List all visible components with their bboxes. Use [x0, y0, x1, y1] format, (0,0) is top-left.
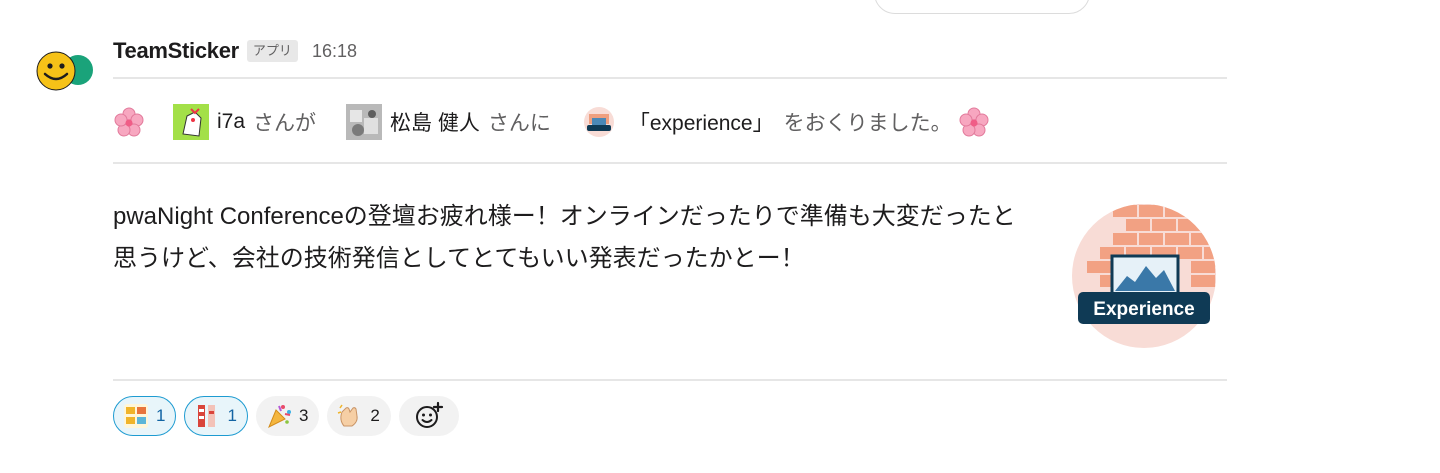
sticker-label: Experience	[1093, 299, 1194, 320]
clapping-hands-icon	[338, 404, 359, 427]
add-reaction-icon	[415, 401, 443, 428]
reaction-count: 3	[298, 406, 309, 425]
app-badge: アプリ	[246, 40, 298, 62]
reaction-party-popper[interactable]: 3	[255, 396, 320, 436]
message-header: TeamSticker アプリ 16:18	[113, 36, 357, 66]
recipient-avatar[interactable]	[346, 104, 383, 140]
cherry-blossom-icon	[114, 107, 144, 137]
reaction-count: 1	[156, 406, 166, 425]
app-name[interactable]: TeamSticker	[113, 38, 239, 64]
divider-bottom	[113, 379, 1227, 381]
experience-sticker[interactable]: Experience	[1072, 204, 1216, 348]
reactions-bar: 1 1 3 2	[113, 396, 459, 436]
party-popper-icon	[267, 405, 291, 429]
divider-middle	[113, 162, 1227, 164]
teamsticker-avatar[interactable]	[34, 48, 96, 94]
sticker-name: 「experience」	[628, 112, 774, 135]
sender-avatar[interactable]	[173, 104, 209, 140]
message-body: pwaNight Conferenceの登壇お疲れ様ー！オンラインだったりで準備…	[113, 203, 1016, 272]
divider-top	[113, 77, 1227, 79]
reaction-count: 1	[227, 406, 237, 425]
cherry-blossom-icon	[959, 107, 989, 137]
message-view: TeamSticker アプリ 16:18 i7a さんが 松島 健人 さんに …	[0, 0, 1440, 473]
sticker-summary-line: i7a さんが 松島 健人 さんに 「experience」 をおくりました。	[113, 100, 990, 144]
custom-text-emoji-icon	[124, 404, 148, 428]
sender-suffix: さんが	[253, 112, 317, 135]
reaction-clapping-hands[interactable]: 2	[327, 396, 391, 436]
custom-tag-emoji-icon	[198, 405, 216, 427]
previous-message-actions-pill[interactable]	[874, 0, 1090, 14]
recipient-suffix: さんに	[487, 112, 551, 135]
sender-name[interactable]: i7a	[217, 110, 245, 134]
recipient-name[interactable]: 松島 健人	[390, 107, 480, 137]
experience-sticker-mini-icon	[583, 107, 614, 137]
reaction-count: 2	[370, 406, 380, 425]
add-reaction-button[interactable]	[398, 396, 459, 436]
reaction-custom-text[interactable]: 1	[113, 396, 177, 436]
sticker-action: をおくりました。	[783, 112, 952, 135]
timestamp[interactable]: 16:18	[312, 41, 357, 62]
reaction-custom-tag[interactable]: 1	[184, 396, 248, 436]
